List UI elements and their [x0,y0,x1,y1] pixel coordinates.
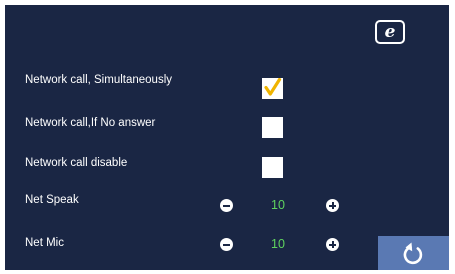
back-button[interactable] [378,236,449,270]
setting-label-simultaneously: Network call, Simultaneously [25,74,173,86]
net-mic-minus-icon[interactable] [220,238,233,251]
setting-label-disable: Network call disable [25,157,128,169]
disable-checkbox[interactable] [262,157,283,178]
checkmark-icon [264,78,282,96]
net-mic-value: 10 [271,237,285,251]
net-mic-label: Net Mic [25,237,64,249]
setting-label-no-answer: Network call,If No answer [25,117,156,129]
net-mic-plus-icon[interactable] [326,238,339,251]
internet-explorer-icon[interactable]: e [375,20,405,44]
settings-screen: e Network call, Simultaneously Network c… [5,5,449,270]
net-speak-minus-icon[interactable] [220,199,233,212]
net-speak-plus-icon[interactable] [326,199,339,212]
browser-glyph: e [384,22,396,42]
no-answer-checkbox[interactable] [262,117,283,138]
net-speak-label: Net Speak [25,194,79,206]
back-arrow-icon [403,242,423,265]
simultaneously-checkbox[interactable] [262,78,283,99]
net-speak-value: 10 [271,198,285,212]
